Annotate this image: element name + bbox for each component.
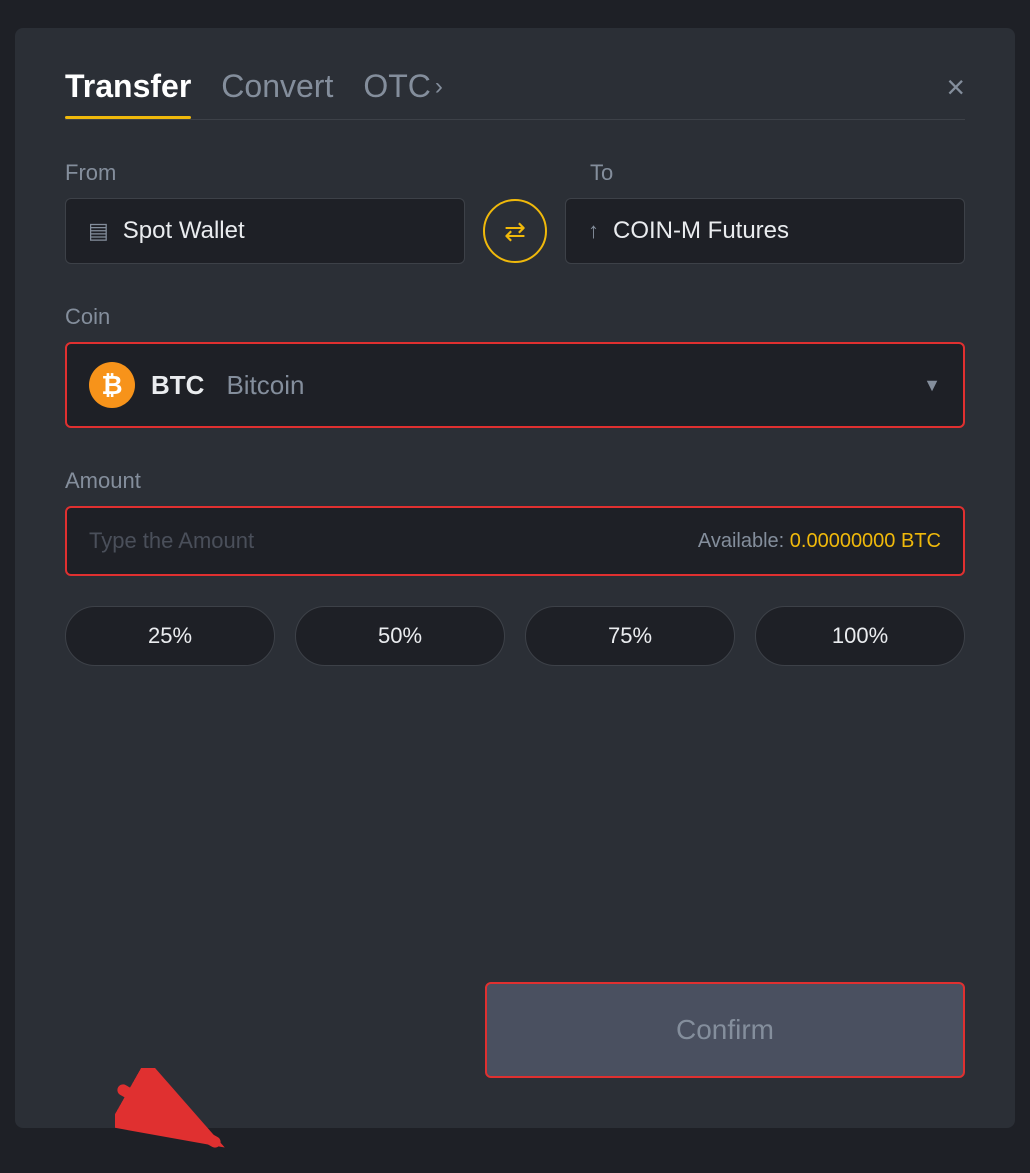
percent-75-button[interactable]: 75% — [525, 606, 735, 666]
percent-50-button[interactable]: 50% — [295, 606, 505, 666]
percent-100-button[interactable]: 100% — [755, 606, 965, 666]
bottom-section: Confirm — [65, 982, 965, 1078]
tab-otc[interactable]: OTC › — [363, 68, 443, 119]
to-wallet-selector[interactable]: ↑ COIN-M Futures — [565, 198, 965, 264]
wallet-labels: From To — [65, 160, 965, 186]
from-wallet-name: Spot Wallet — [123, 217, 245, 245]
amount-input-box[interactable]: Type the Amount Available: 0.00000000 BT… — [65, 506, 965, 576]
wallet-card-icon: ▤ — [88, 218, 109, 244]
available-amount-value: 0.00000000 BTC — [790, 530, 941, 552]
transfer-modal: Transfer Convert OTC › × From To ▤ Spot … — [15, 28, 1015, 1128]
swap-button[interactable]: ⇄ — [483, 199, 547, 263]
to-wallet-name: COIN-M Futures — [613, 217, 789, 245]
tab-convert[interactable]: Convert — [221, 68, 333, 119]
from-label: From — [65, 160, 440, 186]
available-balance: Available: 0.00000000 BTC — [698, 530, 941, 553]
percent-buttons-row: 25% 50% 75% 100% — [65, 606, 965, 666]
confirm-button[interactable]: Confirm — [485, 982, 965, 1078]
coin-label: Coin — [65, 304, 965, 330]
modal-header: Transfer Convert OTC › × — [65, 68, 965, 119]
tab-transfer[interactable]: Transfer — [65, 68, 191, 119]
coin-dropdown-arrow-icon: ▼ — [923, 375, 941, 396]
red-arrow-icon — [115, 1068, 235, 1168]
coin-full-name: Bitcoin — [226, 370, 304, 401]
amount-section: Amount Type the Amount Available: 0.0000… — [65, 468, 965, 576]
coin-selector[interactable]: ₿ BTC Bitcoin ▼ — [65, 342, 965, 428]
percent-25-button[interactable]: 25% — [65, 606, 275, 666]
swap-icon: ⇄ — [504, 216, 526, 247]
close-button[interactable]: × — [946, 71, 965, 117]
coin-symbol: BTC — [151, 370, 204, 401]
to-label: To — [590, 160, 965, 186]
from-wallet-selector[interactable]: ▤ Spot Wallet — [65, 198, 465, 264]
futures-icon: ↑ — [588, 218, 599, 244]
btc-icon: ₿ — [89, 362, 135, 408]
amount-label: Amount — [65, 468, 965, 494]
wallet-selectors-row: ▤ Spot Wallet ⇄ ↑ COIN-M Futures — [65, 198, 965, 264]
otc-chevron-icon: › — [435, 73, 443, 101]
amount-placeholder: Type the Amount — [89, 528, 254, 554]
header-divider — [65, 119, 965, 120]
